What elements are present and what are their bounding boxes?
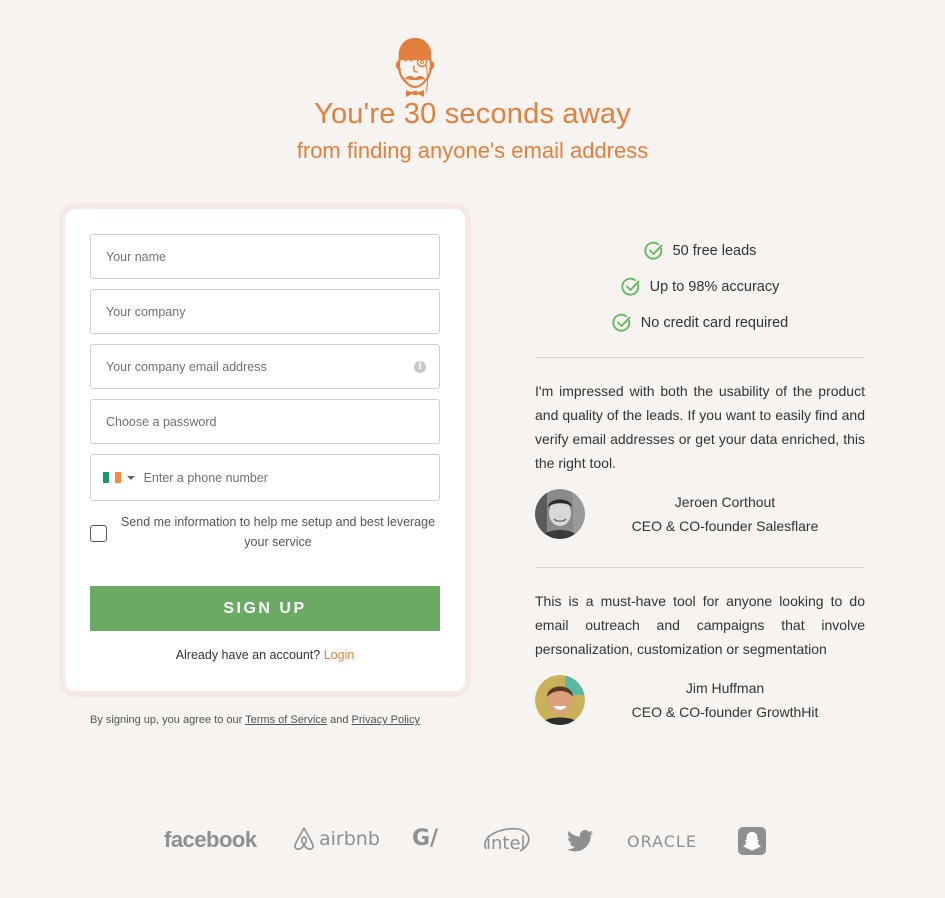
perk-label: No credit card required	[640, 315, 789, 331]
page-subheadline: from finding anyone's email address	[296, 138, 649, 163]
consent-checkbox[interactable]	[90, 525, 107, 542]
divider	[535, 357, 865, 358]
perks-list: 50 free leads Up to 98% accuracy No cred…	[535, 233, 865, 341]
author-details: Jim Huffman CEO & CO-founder GrowthHit	[585, 676, 865, 724]
phone-input[interactable]	[143, 470, 439, 485]
snapchat-logo	[738, 827, 766, 860]
author-details: Jeroen Corthout CEO & CO-founder Salesfl…	[585, 490, 865, 538]
name-input[interactable]	[106, 249, 439, 264]
benefits-panel: 50 free leads Up to 98% accuracy No cred…	[535, 236, 865, 725]
login-link[interactable]: Login	[324, 648, 355, 662]
testimonial-author: Jeroen Corthout CEO & CO-founder Salesfl…	[535, 489, 865, 539]
customer-logos: facebook airbnb G/ intel ORACLE	[0, 822, 945, 862]
perk-item: No credit card required	[535, 305, 865, 341]
check-circle-icon	[612, 313, 631, 332]
twitter-logo	[566, 830, 594, 857]
perk-item: Up to 98% accuracy	[535, 269, 865, 305]
avatar	[535, 675, 585, 725]
testimonial: I'm impressed with both the usability of…	[535, 379, 865, 539]
oracle-logo: ORACLE	[627, 832, 697, 851]
monocle-gentleman-mascot-icon	[395, 37, 435, 97]
consent-label: Send me information to help me setup and…	[120, 515, 436, 549]
author-name: Jim Huffman	[685, 680, 765, 696]
avatar	[535, 489, 585, 539]
email-input[interactable]	[106, 359, 396, 374]
airbnb-icon	[294, 827, 314, 851]
author-title: CEO & CO-founder Salesflare	[631, 518, 819, 534]
terms-notice: By signing up, you agree to our Terms of…	[90, 714, 420, 726]
name-field-wrapper	[90, 234, 440, 279]
password-field-wrapper	[90, 399, 440, 444]
divider	[535, 567, 865, 568]
country-dropdown-caret-icon[interactable]	[126, 475, 135, 480]
g2-logo: G/	[412, 826, 439, 851]
author-name: Jeroen Corthout	[674, 494, 776, 510]
author-title: CEO & CO-founder GrowthHit	[631, 704, 819, 720]
info-icon[interactable]: i	[414, 361, 426, 373]
login-prompt: Already have an account? Login	[65, 648, 465, 662]
intel-logo: intel	[480, 825, 532, 859]
phone-field-wrapper	[90, 454, 440, 501]
testimonial-quote: I'm impressed with both the usability of…	[535, 383, 865, 471]
testimonial-author: Jim Huffman CEO & CO-founder GrowthHit	[535, 675, 865, 725]
terms-prefix: By signing up, you agree to our	[90, 714, 243, 726]
airbnb-wordmark: airbnb	[319, 828, 380, 850]
facebook-logo: facebook	[164, 827, 257, 852]
snapchat-ghost-icon	[738, 827, 766, 855]
page-headline: You're 30 seconds away	[314, 98, 631, 130]
company-field-wrapper	[90, 289, 440, 334]
privacy-policy-link[interactable]: Privacy Policy	[352, 714, 420, 726]
terms-conjunction: and	[330, 714, 349, 726]
signup-button[interactable]: SIGN UP	[90, 586, 440, 631]
password-input[interactable]	[106, 414, 439, 429]
airbnb-logo: airbnb	[292, 826, 380, 852]
perk-label: Up to 98% accuracy	[649, 279, 780, 295]
terms-of-service-link[interactable]: Terms of Service	[245, 714, 327, 726]
intel-wordmark: intel	[486, 833, 526, 854]
perk-label: 50 free leads	[672, 243, 757, 259]
ireland-flag-icon[interactable]	[103, 472, 121, 483]
perk-item: 50 free leads	[535, 233, 865, 269]
testimonial-quote: This is a must-have tool for anyone look…	[535, 593, 865, 657]
check-circle-icon	[643, 241, 662, 260]
email-field-wrapper: i	[90, 344, 440, 389]
already-have-account-text: Already have an account?	[175, 648, 321, 662]
twitter-bird-icon	[566, 830, 594, 852]
signup-form-card: i Send me information to help me setup a…	[65, 209, 465, 691]
company-input[interactable]	[106, 304, 439, 319]
testimonial: This is a must-have tool for anyone look…	[535, 589, 865, 725]
check-circle-icon	[621, 277, 640, 296]
